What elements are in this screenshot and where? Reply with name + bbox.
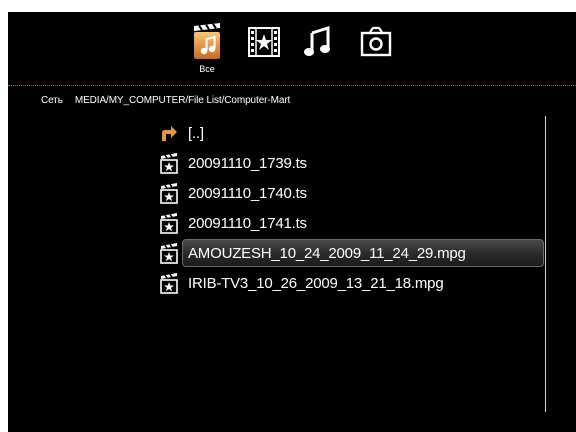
media-player-screen: Все Сеть MEDIA/MY_COMPUTER/File List/Com…: [8, 12, 576, 432]
list-item-selected[interactable]: AMOUZESH_10_24_2009_11_24_29.mpg: [158, 238, 546, 268]
file-list: [..] 20091110_1739.ts 20091110_1740.ts 2…: [158, 118, 546, 298]
tab-photo[interactable]: [356, 22, 396, 78]
breadcrumb: Сеть MEDIA/MY_COMPUTER/File List/Computer…: [41, 95, 290, 106]
list-item[interactable]: 20091110_1739.ts: [158, 148, 546, 178]
file-name: 20091110_1740.ts: [188, 184, 307, 202]
film-star-icon: [246, 22, 282, 62]
scrollbar[interactable]: [545, 116, 546, 412]
camera-icon: [358, 22, 394, 62]
file-name: IRIB-TV3_10_26_2009_13_21_18.mpg: [188, 274, 444, 292]
list-item[interactable]: 20091110_1740.ts: [158, 178, 546, 208]
video-file-icon: [158, 152, 180, 174]
video-file-icon: [158, 212, 180, 234]
breadcrumb-path: MEDIA/MY_COMPUTER/File List/Computer-Mar…: [74, 95, 291, 106]
video-file-icon: [158, 242, 180, 264]
list-item[interactable]: IRIB-TV3_10_26_2009_13_21_18.mpg: [158, 268, 546, 298]
list-item-parent-folder[interactable]: [..]: [158, 118, 546, 148]
media-type-tabs: Все: [8, 12, 576, 84]
video-file-icon: [158, 182, 180, 204]
header-divider: [8, 85, 576, 86]
tab-music[interactable]: [298, 22, 338, 78]
breadcrumb-network[interactable]: Сеть: [41, 95, 63, 106]
file-name: AMOUZESH_10_24_2009_11_24_29.mpg: [188, 244, 466, 262]
tab-all[interactable]: Все: [187, 22, 227, 78]
file-name: 20091110_1741.ts: [188, 214, 307, 232]
folder-up-icon: [158, 122, 180, 144]
file-name: [..]: [188, 124, 204, 142]
list-item[interactable]: 20091110_1741.ts: [158, 208, 546, 238]
video-file-icon: [158, 272, 180, 294]
music-note-icon: [300, 22, 336, 62]
film-music-icon: [189, 22, 225, 62]
tab-video[interactable]: [244, 22, 284, 78]
tab-all-label: Все: [199, 64, 215, 74]
file-name: 20091110_1739.ts: [188, 154, 307, 172]
